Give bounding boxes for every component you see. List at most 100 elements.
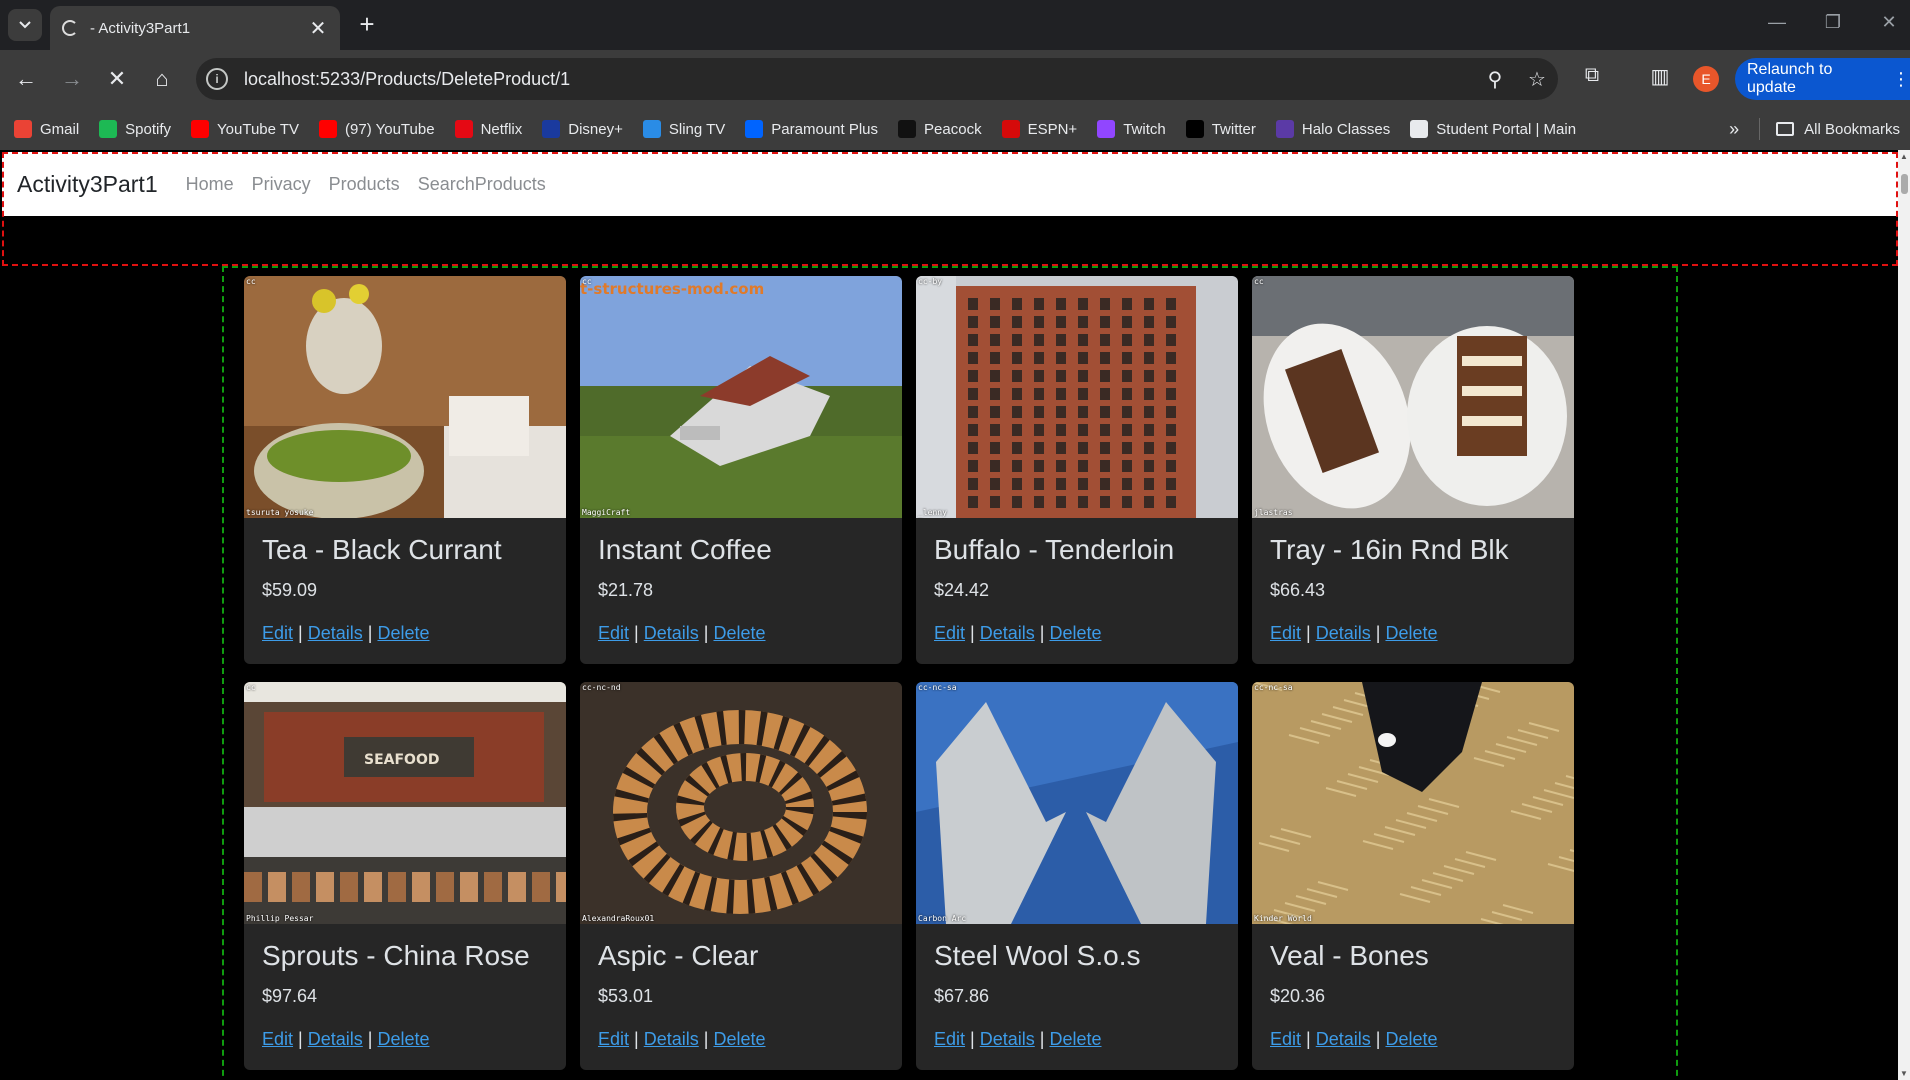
scroll-up-icon[interactable]: ▲ [1898,152,1910,161]
edit-link[interactable]: Edit [934,1029,965,1049]
site-info-icon[interactable]: i [206,68,228,90]
bookmark-item[interactable]: Twitter [1185,120,1256,138]
halo-icon [1275,120,1294,138]
zoom-search-icon[interactable]: ⚲ [1474,67,1516,92]
delete-link[interactable]: Delete [377,1029,429,1049]
bookmark-item[interactable]: Netflix [454,120,523,138]
tab-search-button[interactable] [8,9,42,41]
tab-strip: - Activity3Part1 ✕ + — ❐ ✕ [0,0,1910,50]
restore-icon[interactable]: ❐ [1818,12,1848,33]
relaunch-button[interactable]: Relaunch to update ⋮ [1735,58,1910,100]
product-actions: Edit | Details | Delete [1270,623,1556,644]
bookmark-item[interactable]: (97) YouTube [319,120,435,138]
image-credit: AlexandraRoux01 [582,914,655,923]
image-credit: _lenny [918,508,947,517]
scroll-thumb[interactable] [1901,174,1908,194]
delete-link[interactable]: Delete [713,623,765,643]
details-link[interactable]: Details [1316,1029,1371,1049]
bookmark-item[interactable]: ESPN+ [1001,120,1077,138]
license-tag: cc [246,683,256,692]
separator: | [1306,623,1316,643]
delete-link[interactable]: Delete [1049,623,1101,643]
delete-link[interactable]: Delete [1385,1029,1437,1049]
close-tab-icon[interactable]: ✕ [308,16,328,41]
separator: | [1306,1029,1316,1049]
product-image: cc jlastras [1252,276,1574,518]
edit-link[interactable]: Edit [934,623,965,643]
url-text[interactable]: localhost:5233/Products/DeleteProduct/1 [244,69,1474,90]
details-link[interactable]: Details [980,623,1035,643]
address-bar[interactable]: i localhost:5233/Products/DeleteProduct/… [196,58,1558,100]
product-name: Instant Coffee [598,534,772,565]
bookmark-star-icon[interactable]: ☆ [1516,67,1558,92]
details-link[interactable]: Details [644,623,699,643]
details-link[interactable]: Details [308,1029,363,1049]
spotify-icon [99,120,118,138]
minimize-icon[interactable]: — [1762,12,1792,33]
bookmark-label: Netflix [480,120,523,138]
home-button[interactable]: ⌂ [146,63,178,95]
new-tab-button[interactable]: + [352,10,382,40]
bookmark-label: (97) YouTube [345,120,435,138]
product-name: Tray - 16in Rnd Blk [1270,534,1509,565]
svg-text:t-structures-mod.com: t-structures-mod.com [580,280,764,298]
bookmark-item[interactable]: Sling TV [642,120,725,138]
bookmark-item[interactable]: Gmail [14,120,79,138]
product-card: cc tsuruta yosuke Tea - Black Currant $5… [244,276,566,664]
license-tag: cc [582,277,592,286]
product-image: cc-nc-nd AlexandraRoux01 [580,682,902,924]
delete-link[interactable]: Delete [377,623,429,643]
loading-spinner-icon [62,20,78,36]
page-scrollbar[interactable]: ▲ ▼ [1898,150,1910,1080]
image-credit: Carbon Arc [918,914,967,923]
back-button[interactable]: ← [10,63,42,95]
stop-loading-button[interactable]: ✕ [101,63,133,95]
product-actions: Edit | Details | Delete [598,623,884,644]
more-bookmarks-icon[interactable]: » [1729,119,1739,140]
details-link[interactable]: Details [644,1029,699,1049]
youtube-tv-icon [191,120,210,138]
forward-button[interactable]: → [56,63,88,95]
edit-link[interactable]: Edit [1270,623,1301,643]
bookmark-item[interactable]: Halo Classes [1275,120,1390,138]
edit-link[interactable]: Edit [1270,1029,1301,1049]
scroll-down-icon[interactable]: ▼ [1898,1069,1910,1078]
bookmarks-bar: Gmail Spotify YouTube TV (97) YouTube Netfli… [0,108,1910,150]
bookmark-item[interactable]: Spotify [99,120,171,138]
peacock-icon [898,120,917,138]
close-window-icon[interactable]: ✕ [1874,12,1904,33]
license-tag: cc-nc-sa [918,683,957,692]
chevron-down-icon [19,21,31,29]
edit-link[interactable]: Edit [262,623,293,643]
edit-link[interactable]: Edit [262,1029,293,1049]
more-menu-icon[interactable]: ⋮ [1892,69,1910,90]
product-image: t-structures-mod.com cc MaggiCraft [580,276,902,518]
separator: | [298,623,308,643]
extensions-icon[interactable]: ⧉ [1577,64,1607,87]
edit-link[interactable]: Edit [598,1029,629,1049]
product-actions: Edit | Details | Delete [1270,1029,1556,1050]
edit-link[interactable]: Edit [598,623,629,643]
bookmark-item[interactable]: Disney+ [542,120,623,138]
bookmark-item[interactable]: YouTube TV [191,120,299,138]
active-tab[interactable]: - Activity3Part1 ✕ [50,6,340,50]
delete-link[interactable]: Delete [713,1029,765,1049]
bookmark-item[interactable]: Student Portal | Main [1410,120,1576,138]
details-link[interactable]: Details [980,1029,1035,1049]
all-bookmarks-link[interactable]: All Bookmarks [1804,121,1900,138]
delete-link[interactable]: Delete [1385,623,1437,643]
license-tag: cc-nc-nd [582,683,621,692]
product-name: Steel Wool S.o.s [934,940,1141,971]
bookmark-item[interactable]: Twitch [1097,120,1166,138]
product-actions: Edit | Details | Delete [934,623,1220,644]
product-name: Veal - Bones [1270,940,1429,971]
bookmark-item[interactable]: Peacock [898,120,982,138]
profile-avatar[interactable]: E [1693,66,1719,92]
details-link[interactable]: Details [1316,623,1371,643]
details-link[interactable]: Details [308,623,363,643]
side-panel-icon[interactable]: ▥ [1645,64,1675,89]
bookmark-item[interactable]: Paramount Plus [745,120,878,138]
delete-link[interactable]: Delete [1049,1029,1101,1049]
license-tag: cc-by [918,277,943,286]
product-card: cc jlastras Tray - 16in Rnd Blk $66.43 E… [1252,276,1574,664]
